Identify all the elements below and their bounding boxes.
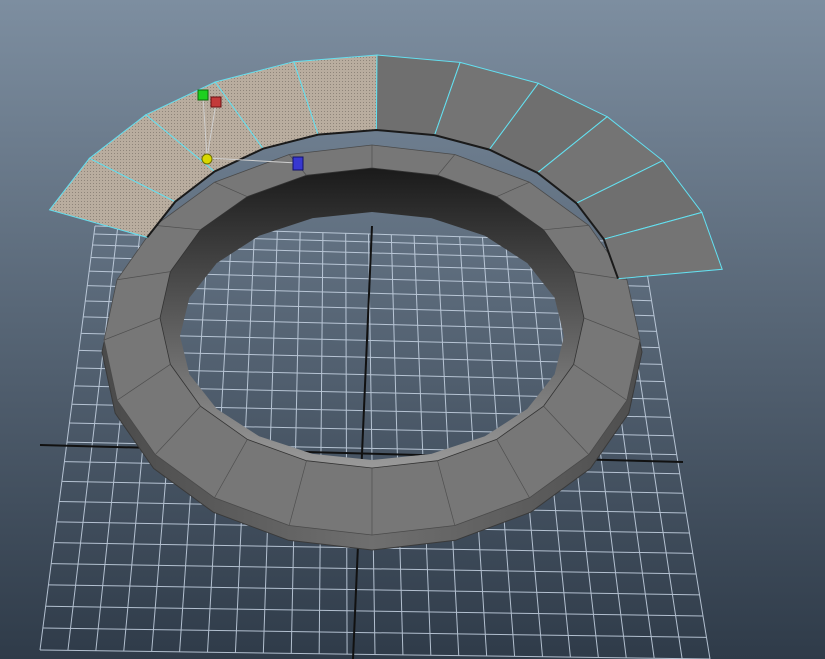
manipulator-y-handle[interactable] (197, 89, 209, 101)
viewport-scene[interactable] (0, 0, 825, 659)
manipulator-center[interactable] (201, 153, 213, 165)
manipulator-x-handle[interactable] (210, 96, 222, 108)
manipulator-z-handle[interactable] (292, 156, 304, 171)
3d-viewport[interactable] (0, 0, 825, 659)
